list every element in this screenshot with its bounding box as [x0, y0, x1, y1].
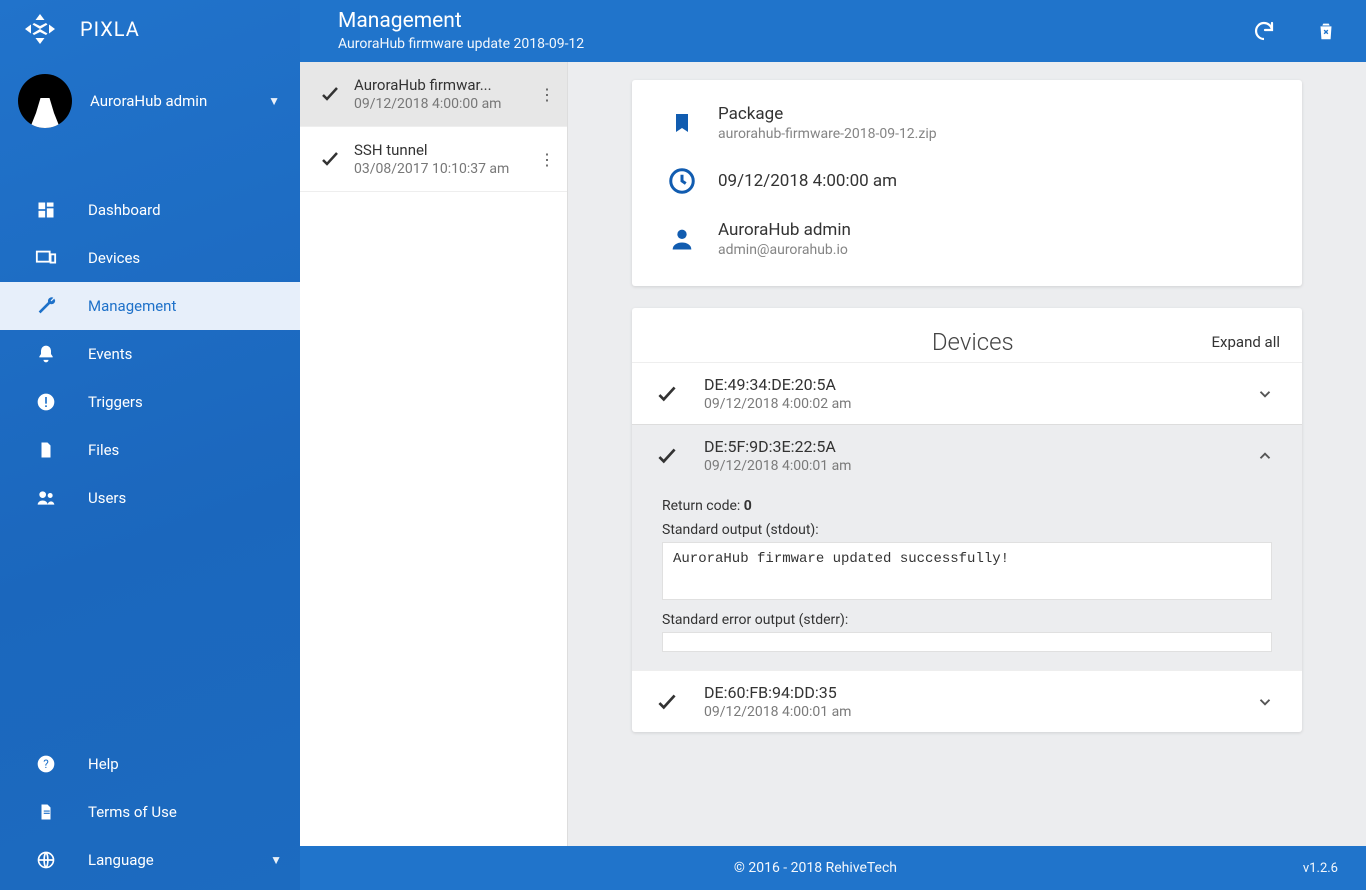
sidebar-item-label: Triggers [88, 393, 143, 411]
check-icon [318, 82, 346, 106]
stdout-box: AuroraHub firmware updated successfully! [662, 542, 1272, 600]
package-label: Package [718, 104, 937, 124]
check-icon [654, 381, 690, 407]
devices-title: Devices [734, 328, 1212, 356]
footer: © 2016 - 2018 RehiveTech v1.2.6 [300, 846, 1366, 890]
clock-icon [662, 166, 702, 196]
document-icon [34, 800, 58, 824]
chevron-down-icon: ▼ [268, 94, 280, 108]
device-time: 09/12/2018 4:00:02 am [704, 396, 1256, 412]
expand-all-link[interactable]: Expand all [1212, 333, 1280, 351]
stderr-label: Standard error output (stderr): [662, 612, 1272, 628]
sidebar-item-help[interactable]: ? Help [0, 740, 300, 788]
avatar [18, 74, 72, 128]
sidebar-item-language[interactable]: Language ▼ [0, 836, 300, 884]
list-item-time: 09/12/2018 4:00:00 am [354, 96, 535, 112]
device-time: 09/12/2018 4:00:01 am [704, 458, 1256, 474]
chevron-down-icon [1256, 385, 1280, 403]
dashboard-icon [34, 198, 58, 222]
header: Management AuroraHub firmware update 201… [300, 0, 1366, 62]
sidebar-item-label: Management [88, 297, 176, 315]
return-code-label: Return code: [662, 498, 744, 514]
check-icon [654, 443, 690, 469]
sidebar-item-triggers[interactable]: Triggers [0, 378, 300, 426]
sidebar-item-dashboard[interactable]: Dashboard [0, 186, 300, 234]
devices-card: Devices Expand all DE:49:34:DE:20:5A 09/… [632, 308, 1302, 732]
brand-title: PIXLA [80, 17, 140, 41]
page-title: Management [338, 10, 1246, 33]
sidebar-item-label: Dashboard [88, 201, 161, 219]
more-icon[interactable]: ⋮ [535, 150, 559, 169]
sidebar-item-terms[interactable]: Terms of Use [0, 788, 300, 836]
job-user: AuroraHub admin [718, 220, 851, 240]
sidebar-item-label: Events [88, 345, 132, 363]
sidebar-item-label: Files [88, 441, 119, 459]
sidebar-item-label: Devices [88, 249, 140, 267]
wrench-icon [34, 294, 58, 318]
devices-icon [34, 246, 58, 270]
more-icon[interactable]: ⋮ [535, 85, 559, 104]
stdout-label: Standard output (stdout): [662, 522, 1272, 538]
sidebar-item-users[interactable]: Users [0, 474, 300, 522]
delete-button[interactable] [1308, 13, 1344, 49]
list-item[interactable]: AuroraHub firmwar... 09/12/2018 4:00:00 … [300, 62, 567, 127]
device-row[interactable]: DE:5F:9D:3E:22:5A 09/12/2018 4:00:01 am [632, 424, 1302, 486]
sidebar-item-devices[interactable]: Devices [0, 234, 300, 282]
bell-icon [34, 342, 58, 366]
device-mac: DE:49:34:DE:20:5A [704, 375, 1256, 394]
package-file: aurorahub-firmware-2018-09-12.zip [718, 126, 937, 142]
svg-text:?: ? [43, 757, 49, 771]
check-icon [318, 147, 346, 171]
footer-copyright: © 2016 - 2018 RehiveTech [328, 860, 1303, 876]
globe-icon [34, 848, 58, 872]
help-icon: ? [34, 752, 58, 776]
device-mac: DE:5F:9D:3E:22:5A [704, 437, 1256, 456]
sidebar-item-files[interactable]: Files [0, 426, 300, 474]
info-card: Package aurorahub-firmware-2018-09-12.zi… [632, 80, 1302, 286]
device-mac: DE:60:FB:94:DD:35 [704, 683, 1256, 702]
detail-panel: Package aurorahub-firmware-2018-09-12.zi… [568, 62, 1366, 846]
list-item-title: SSH tunnel [354, 141, 535, 159]
job-email: admin@aurorahub.io [718, 242, 851, 258]
device-row[interactable]: DE:49:34:DE:20:5A 09/12/2018 4:00:02 am [632, 362, 1302, 424]
user-name: AuroraHub admin [90, 92, 268, 110]
brand[interactable]: PIXLA [0, 0, 300, 62]
job-time: 09/12/2018 4:00:00 am [718, 171, 897, 191]
sidebar-item-label: Help [88, 755, 119, 773]
list-item-time: 03/08/2017 10:10:37 am [354, 161, 535, 177]
users-icon [34, 486, 58, 510]
refresh-button[interactable] [1246, 13, 1282, 49]
bookmark-icon [662, 109, 702, 137]
device-row[interactable]: DE:60:FB:94:DD:35 09/12/2018 4:00:01 am [632, 670, 1302, 732]
return-code: 0 [744, 498, 752, 514]
sidebar-item-events[interactable]: Events [0, 330, 300, 378]
sidebar-item-label: Terms of Use [88, 803, 177, 821]
footer-version: v1.2.6 [1303, 861, 1338, 876]
device-time: 09/12/2018 4:00:01 am [704, 704, 1256, 720]
person-icon [662, 225, 702, 253]
main: Management AuroraHub firmware update 201… [300, 0, 1366, 890]
list-item[interactable]: SSH tunnel 03/08/2017 10:10:37 am ⋮ [300, 127, 567, 192]
chevron-down-icon [1256, 693, 1280, 711]
stderr-box [662, 632, 1272, 652]
chevron-up-icon [1256, 447, 1280, 465]
sidebar: PIXLA AuroraHub admin ▼ Dashboard Device… [0, 0, 300, 890]
device-details: Return code: 0 Standard output (stdout):… [632, 486, 1302, 670]
sidebar-item-management[interactable]: Management [0, 282, 300, 330]
user-menu[interactable]: AuroraHub admin ▼ [0, 62, 300, 140]
file-icon [34, 438, 58, 462]
page-subtitle: AuroraHub firmware update 2018-09-12 [338, 36, 1246, 52]
brand-icon [22, 11, 58, 47]
alert-icon [34, 390, 58, 414]
list-item-title: AuroraHub firmwar... [354, 76, 535, 94]
check-icon [654, 689, 690, 715]
chevron-down-icon: ▼ [270, 853, 282, 867]
sidebar-item-label: Language [88, 851, 270, 869]
nav-bottom: ? Help Terms of Use Language ▼ [0, 740, 300, 890]
nav-main: Dashboard Devices Management Events Trig… [0, 186, 300, 740]
job-list: AuroraHub firmwar... 09/12/2018 4:00:00 … [300, 62, 568, 846]
sidebar-item-label: Users [88, 489, 126, 507]
